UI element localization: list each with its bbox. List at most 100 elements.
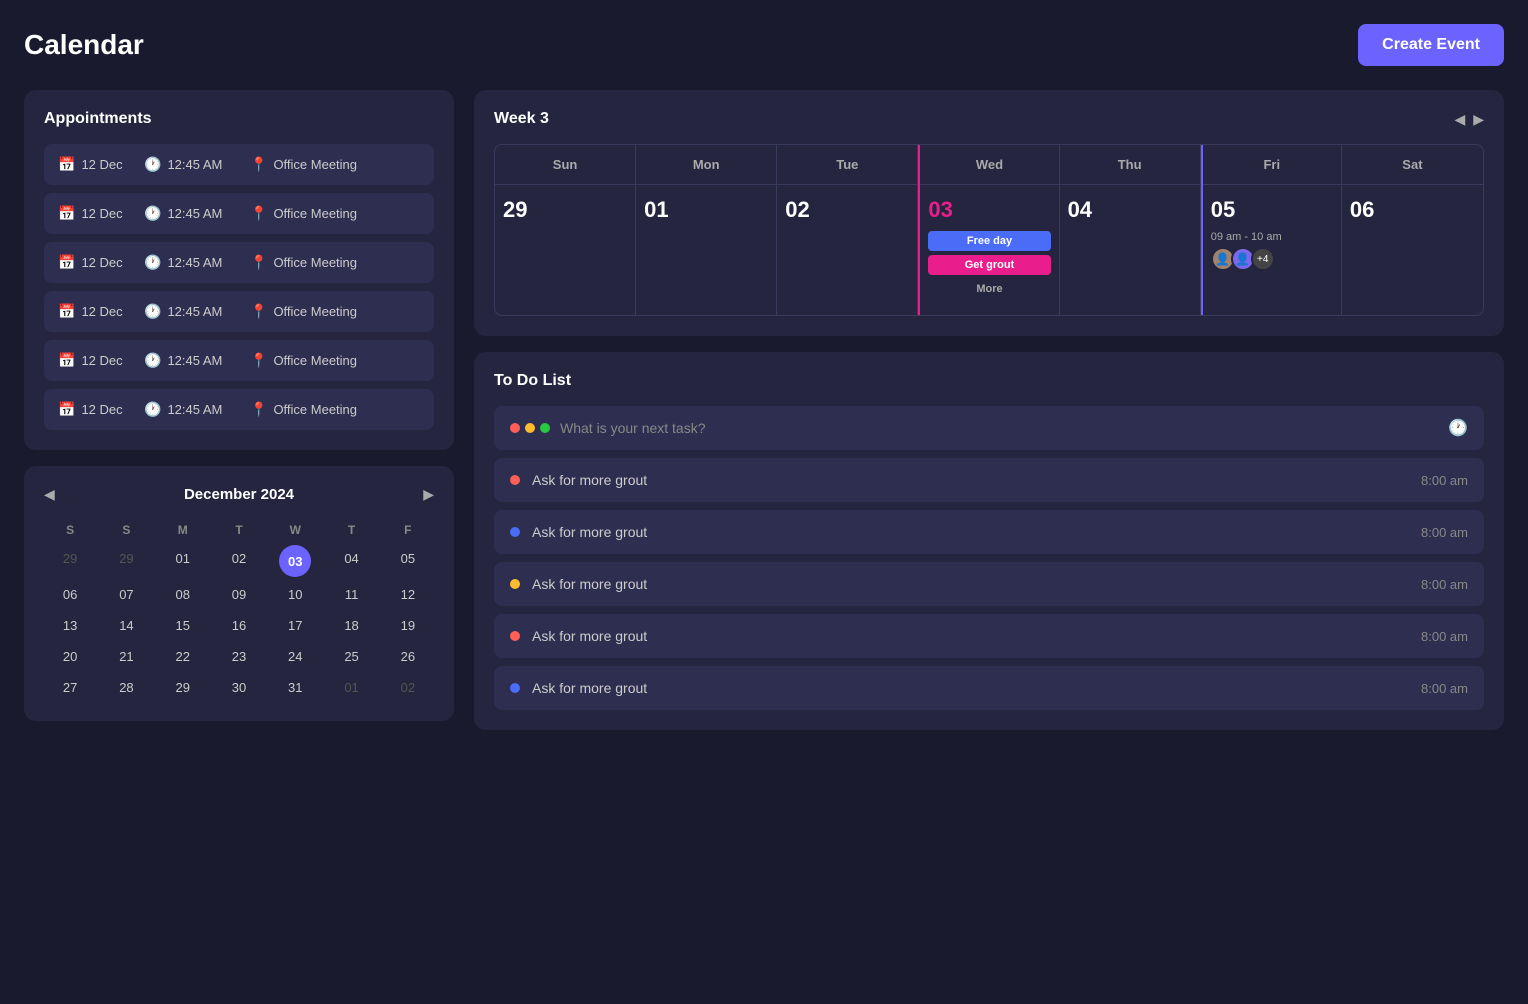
todo-item-text: Ask for more grout (532, 680, 647, 696)
prev-month-button[interactable]: ◀ (44, 486, 55, 503)
mini-cal-day[interactable]: 01 (157, 545, 209, 577)
mini-cal-day[interactable]: 18 (325, 612, 377, 639)
event-chip-get-grout[interactable]: Get grout (928, 255, 1050, 275)
mini-cal-day[interactable]: 22 (157, 643, 209, 670)
mini-cal-day[interactable]: 19 (382, 612, 434, 639)
mini-cal-header: ◀ December 2024 ▶ (44, 486, 434, 503)
clock-icon: 🕐 (1448, 418, 1468, 438)
mini-cal-day[interactable]: 07 (100, 581, 152, 608)
week-day-header: Mon (636, 145, 776, 185)
appointment-item[interactable]: 📅 12 Dec 🕐 12:45 AM 📍 Office Meeting (44, 193, 434, 234)
mini-cal-day[interactable]: 20 (44, 643, 96, 670)
week-day-body[interactable]: 04 (1060, 185, 1200, 305)
mini-cal-day[interactable]: 29 (100, 545, 152, 577)
mini-cal-day[interactable]: 30 (213, 674, 265, 701)
appt-location-text: Office Meeting (273, 255, 357, 270)
mini-cal-day[interactable]: 15 (157, 612, 209, 639)
appointment-item[interactable]: 📅 12 Dec 🕐 12:45 AM 📍 Office Meeting (44, 389, 434, 430)
todo-item-text: Ask for more grout (532, 628, 647, 644)
mini-cal-day[interactable]: 09 (213, 581, 265, 608)
todo-input-row[interactable]: What is your next task? 🕐 (494, 406, 1484, 450)
week-day-body[interactable]: 02 (777, 185, 917, 305)
next-month-button[interactable]: ▶ (423, 486, 434, 503)
mini-cal-day[interactable]: 05 (382, 545, 434, 577)
mini-calendar: ◀ December 2024 ▶ SSMTWTF292901020304050… (24, 466, 454, 721)
appt-location-text: Office Meeting (273, 206, 357, 221)
mini-cal-day[interactable]: 17 (269, 612, 321, 639)
mini-cal-title: December 2024 (184, 486, 294, 503)
todo-input-placeholder: What is your next task? (560, 420, 1438, 436)
mini-cal-day[interactable]: 24 (269, 643, 321, 670)
appointment-item[interactable]: 📅 12 Dec 🕐 12:45 AM 📍 Office Meeting (44, 340, 434, 381)
appt-location: 📍 Office Meeting (250, 156, 357, 173)
mini-cal-day[interactable]: 31 (269, 674, 321, 701)
mini-cal-day[interactable]: 21 (100, 643, 152, 670)
todo-item[interactable]: Ask for more grout 8:00 am (494, 614, 1484, 658)
appt-date: 📅 12 Dec (58, 254, 128, 271)
mini-cal-day[interactable]: 11 (325, 581, 377, 608)
week-day-body[interactable]: 01 (636, 185, 776, 305)
clock-icon: 🕐 (144, 156, 161, 173)
week-day-number: 06 (1350, 197, 1475, 223)
todo-item-left: Ask for more grout (510, 576, 647, 592)
todo-item-time: 8:00 am (1421, 629, 1468, 644)
mini-cal-day[interactable]: 14 (100, 612, 152, 639)
mini-cal-today[interactable]: 03 (279, 545, 311, 577)
calendar-icon: 📅 (58, 254, 75, 271)
mini-cal-day[interactable]: 29 (157, 674, 209, 701)
mini-cal-day[interactable]: 01 (325, 674, 377, 701)
todo-item[interactable]: Ask for more grout 8:00 am (494, 562, 1484, 606)
appt-time: 🕐 12:45 AM (144, 205, 234, 222)
event-chip-free-day[interactable]: Free day (928, 231, 1050, 251)
week-day-col-mon: Mon01 (636, 145, 777, 315)
mini-cal-day[interactable]: 16 (213, 612, 265, 639)
mini-cal-day[interactable]: 29 (44, 545, 96, 577)
mini-cal-day[interactable]: 10 (269, 581, 321, 608)
mini-cal-day-header: M (157, 519, 209, 541)
mini-cal-day[interactable]: 25 (325, 643, 377, 670)
todo-item-time: 8:00 am (1421, 577, 1468, 592)
mini-cal-day[interactable]: 06 (44, 581, 96, 608)
week-day-body[interactable]: 29 (495, 185, 635, 305)
appointment-item[interactable]: 📅 12 Dec 🕐 12:45 AM 📍 Office Meeting (44, 144, 434, 185)
week-day-body[interactable]: 03Free dayGet groutMore (920, 185, 1058, 315)
mini-cal-day-header: T (213, 519, 265, 541)
mini-cal-day[interactable]: 02 (382, 674, 434, 701)
week-day-body[interactable]: 0509 am - 10 am👤👤+4 (1203, 185, 1341, 305)
todo-title: To Do List (494, 372, 1484, 390)
mini-cal-day[interactable]: 02 (213, 545, 265, 577)
appointment-item[interactable]: 📅 12 Dec 🕐 12:45 AM 📍 Office Meeting (44, 242, 434, 283)
mini-cal-day[interactable]: 03 (269, 545, 321, 577)
create-event-button[interactable]: Create Event (1358, 24, 1504, 66)
todo-item[interactable]: Ask for more grout 8:00 am (494, 458, 1484, 502)
mini-cal-day[interactable]: 23 (213, 643, 265, 670)
todo-list: Ask for more grout 8:00 am Ask for more … (494, 458, 1484, 710)
pin-icon: 📍 (250, 156, 267, 173)
appointment-item[interactable]: 📅 12 Dec 🕐 12:45 AM 📍 Office Meeting (44, 291, 434, 332)
appt-date-text: 12 Dec (81, 255, 122, 270)
mini-cal-day-header: T (325, 519, 377, 541)
appt-location-text: Office Meeting (273, 353, 357, 368)
appt-date-text: 12 Dec (81, 402, 122, 417)
calendar-icon: 📅 (58, 156, 75, 173)
todo-item-text: Ask for more grout (532, 472, 647, 488)
mini-cal-day[interactable]: 04 (325, 545, 377, 577)
week-day-body[interactable]: 06 (1342, 185, 1483, 305)
mini-cal-day[interactable]: 13 (44, 612, 96, 639)
todo-item[interactable]: Ask for more grout 8:00 am (494, 510, 1484, 554)
mini-cal-day[interactable]: 26 (382, 643, 434, 670)
mini-cal-day[interactable]: 28 (100, 674, 152, 701)
mini-cal-day[interactable]: 12 (382, 581, 434, 608)
appt-time-text: 12:45 AM (167, 353, 222, 368)
dot-yellow (525, 423, 535, 433)
next-week-button[interactable]: ▶ (1473, 111, 1484, 128)
todo-item-left: Ask for more grout (510, 524, 647, 540)
todo-item[interactable]: Ask for more grout 8:00 am (494, 666, 1484, 710)
appt-location-text: Office Meeting (273, 304, 357, 319)
mini-cal-day[interactable]: 08 (157, 581, 209, 608)
prev-week-button[interactable]: ◀ (1454, 111, 1465, 128)
mini-cal-day[interactable]: 27 (44, 674, 96, 701)
event-more-link[interactable]: More (928, 279, 1050, 299)
todo-panel: To Do List What is your next task? 🕐 Ask… (474, 352, 1504, 730)
clock-icon: 🕐 (144, 401, 161, 418)
